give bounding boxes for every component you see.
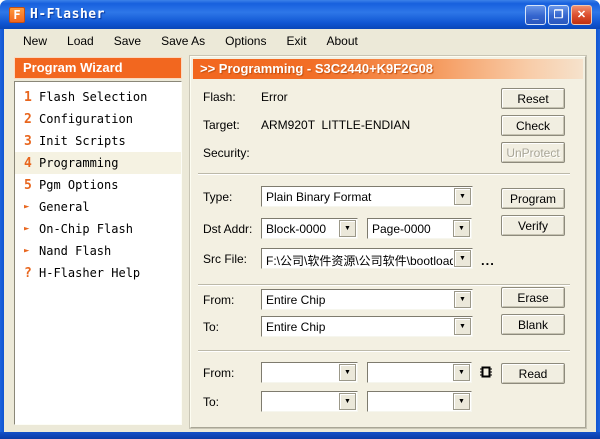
window-border-bottom <box>0 432 600 439</box>
security-label: Security: <box>203 146 250 160</box>
window-title: H-Flasher <box>30 7 105 22</box>
window-border-left <box>0 28 4 439</box>
wizard-header: Program Wizard <box>14 57 182 79</box>
app-window: F H-Flasher _ ❐ ✕ New Load Save Save As … <box>0 0 600 439</box>
step-5-icon: 5 <box>24 178 39 193</box>
erase-to-combo[interactable]: Entire Chip ▼ <box>261 316 473 337</box>
dst-addr-label: Dst Addr: <box>203 222 252 236</box>
arrow-icon: ► <box>24 202 39 212</box>
read-from-combo-2[interactable]: ▼ <box>367 362 472 383</box>
menu-about[interactable]: About <box>317 31 366 51</box>
chevron-down-icon[interactable]: ▼ <box>339 364 356 381</box>
src-file-label: Src File: <box>203 252 247 266</box>
section-divider <box>198 284 570 286</box>
reset-button[interactable]: Reset <box>501 88 565 109</box>
minimize-button[interactable]: _ <box>525 5 546 25</box>
target-value: ARM920T LITTLE-ENDIAN <box>261 118 410 132</box>
close-button[interactable]: ✕ <box>571 5 592 25</box>
programming-panel: >> Programming - S3C2440+K9F2G08 Flash: … <box>190 56 586 428</box>
verify-button[interactable]: Verify <box>501 215 565 236</box>
src-file-combo[interactable]: F:\公司\软件资源\公司软件\bootload ▼ <box>261 248 473 269</box>
type-combo[interactable]: Plain Binary Format ▼ <box>261 186 473 207</box>
menu-exit[interactable]: Exit <box>277 31 315 51</box>
menu-load[interactable]: Load <box>58 31 103 51</box>
chevron-down-icon[interactable]: ▼ <box>339 393 356 410</box>
menu-save[interactable]: Save <box>105 31 150 51</box>
sidebar-item-flash-selection[interactable]: 1 Flash Selection <box>15 86 181 108</box>
chevron-down-icon[interactable]: ▼ <box>454 188 471 205</box>
program-button[interactable]: Program <box>501 188 565 209</box>
chevron-down-icon[interactable]: ▼ <box>454 318 471 335</box>
read-button[interactable]: Read <box>501 363 565 384</box>
arrow-icon: ► <box>24 224 39 234</box>
sidebar-item-configuration[interactable]: 2 Configuration <box>15 108 181 130</box>
sidebar-item-general[interactable]: ► General <box>15 196 181 218</box>
panel-title: >> Programming - S3C2440+K9F2G08 <box>193 59 583 79</box>
section-divider <box>198 173 570 175</box>
erase-to-label: To: <box>203 320 219 334</box>
help-icon: ? <box>24 266 39 281</box>
chip-icon <box>478 364 494 380</box>
sidebar-item-programming[interactable]: 4 Programming <box>15 152 181 174</box>
unprotect-button: UnProtect <box>501 142 565 163</box>
type-label: Type: <box>203 190 232 204</box>
arrow-icon: ► <box>24 246 39 256</box>
erase-button[interactable]: Erase <box>501 287 565 308</box>
menu-options[interactable]: Options <box>216 31 275 51</box>
title-bar[interactable]: F H-Flasher _ ❐ ✕ <box>0 0 600 29</box>
sidebar-item-on-chip-flash[interactable]: ► On-Chip Flash <box>15 218 181 240</box>
dst-page-combo[interactable]: Page-0000 ▼ <box>367 218 472 239</box>
menu-save-as[interactable]: Save As <box>152 31 214 51</box>
target-label: Target: <box>203 118 240 132</box>
flash-label: Flash: <box>203 90 236 104</box>
menu-new[interactable]: New <box>14 31 56 51</box>
chevron-down-icon[interactable]: ▼ <box>453 364 470 381</box>
read-from-label: From: <box>203 366 234 380</box>
read-from-combo-1[interactable]: ▼ <box>261 362 358 383</box>
check-button[interactable]: Check <box>501 115 565 136</box>
step-4-icon: 4 <box>24 156 39 171</box>
chevron-down-icon[interactable]: ▼ <box>339 220 356 237</box>
sidebar-item-nand-flash[interactable]: ► Nand Flash <box>15 240 181 262</box>
step-1-icon: 1 <box>24 90 39 105</box>
erase-from-combo[interactable]: Entire Chip ▼ <box>261 289 473 310</box>
read-to-combo-1[interactable]: ▼ <box>261 391 358 412</box>
window-border-right <box>596 28 600 439</box>
section-divider <box>198 350 570 352</box>
sidebar-item-help[interactable]: ? H-Flasher Help <box>15 262 181 284</box>
read-to-combo-2[interactable]: ▼ <box>367 391 472 412</box>
menu-bar: New Load Save Save As Options Exit About <box>4 29 596 53</box>
chevron-down-icon[interactable]: ▼ <box>454 250 471 267</box>
chevron-down-icon[interactable]: ▼ <box>454 291 471 308</box>
app-logo-icon: F <box>9 7 25 23</box>
maximize-button[interactable]: ❐ <box>548 5 569 25</box>
erase-from-label: From: <box>203 293 234 307</box>
step-3-icon: 3 <box>24 134 39 149</box>
wizard-list: 1 Flash Selection 2 Configuration 3 Init… <box>14 81 182 425</box>
chevron-down-icon[interactable]: ▼ <box>453 393 470 410</box>
blank-button[interactable]: Blank <box>501 314 565 335</box>
read-to-label: To: <box>203 395 219 409</box>
step-2-icon: 2 <box>24 112 39 127</box>
browse-button[interactable]: ... <box>481 253 495 268</box>
dst-block-combo[interactable]: Block-0000 ▼ <box>261 218 358 239</box>
chevron-down-icon[interactable]: ▼ <box>453 220 470 237</box>
sidebar-item-pgm-options[interactable]: 5 Pgm Options <box>15 174 181 196</box>
flash-value: Error <box>261 90 288 104</box>
sidebar-item-init-scripts[interactable]: 3 Init Scripts <box>15 130 181 152</box>
